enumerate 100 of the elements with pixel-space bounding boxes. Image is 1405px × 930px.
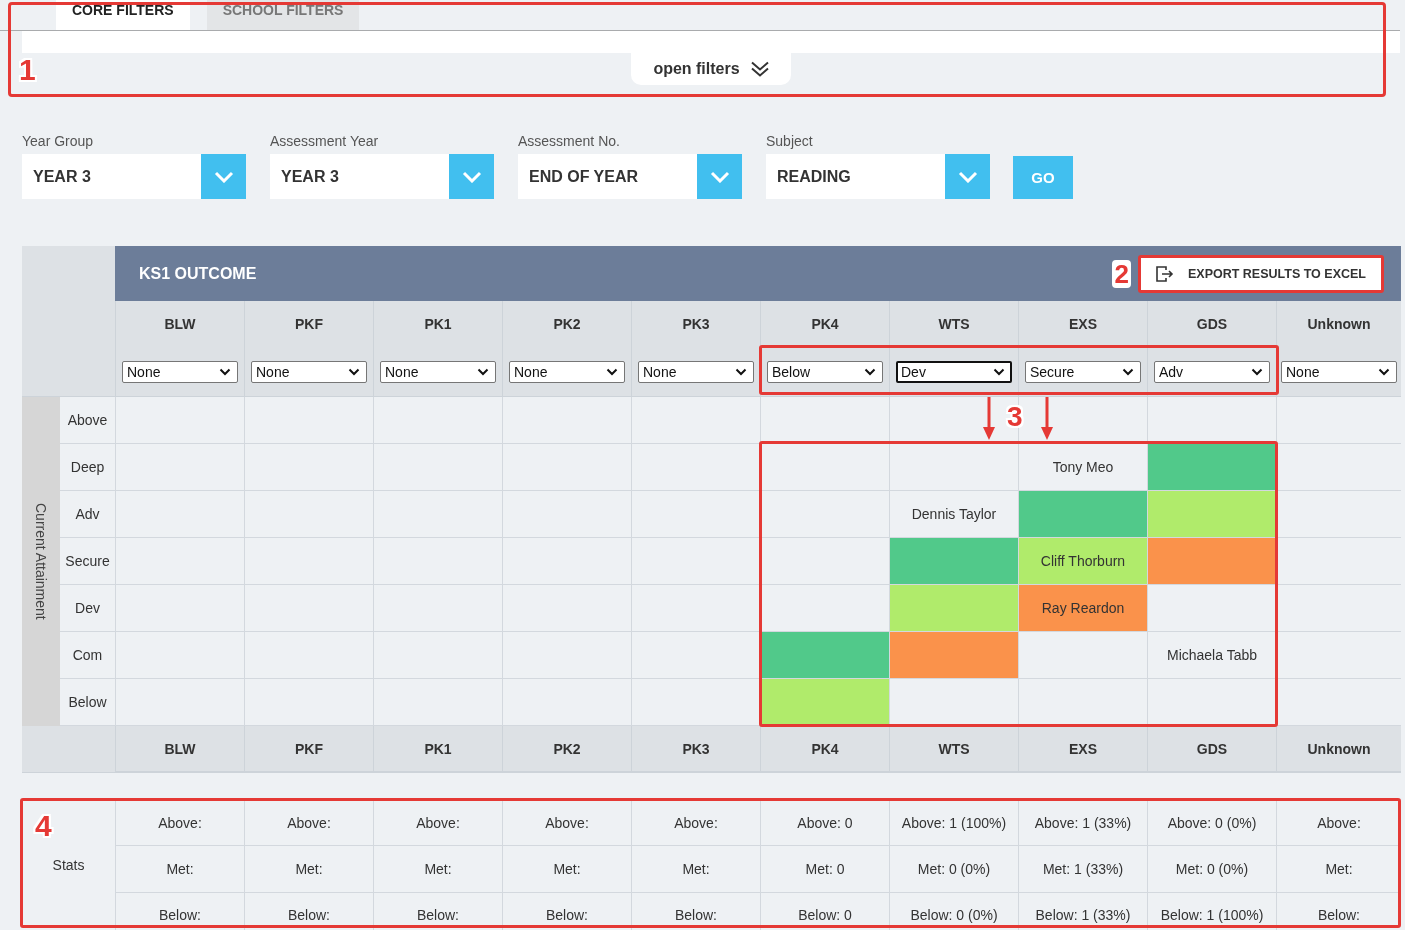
column-label: PK1: [424, 315, 452, 334]
row-label: Com: [60, 632, 115, 679]
dropdown[interactable]: READING: [766, 154, 990, 199]
caret-icon: [348, 368, 360, 376]
column-label: PK2: [553, 315, 581, 334]
field-label: Assessment Year: [270, 132, 380, 151]
caret-icon: [735, 368, 747, 376]
column-label: Unknown: [1307, 315, 1371, 334]
row-label: Dev: [60, 585, 115, 632]
stats-cell: Met: 1 (33%): [1018, 846, 1147, 893]
column-label: GDS: [1196, 315, 1228, 334]
stats-cell: Met:: [631, 846, 760, 893]
table-title: KS1 OUTCOME: [139, 264, 257, 283]
stats-cell: Above:: [1276, 800, 1401, 846]
column-label: EXS: [1069, 315, 1097, 334]
filter-dropdown[interactable]: Adv: [1154, 361, 1270, 383]
column-label: PK4: [760, 726, 889, 773]
stats-cell: Below:: [502, 893, 631, 930]
row-label: Secure: [60, 538, 115, 585]
stats-cell: Met:: [244, 846, 373, 893]
column-label: WTS: [938, 315, 970, 334]
column-label: BLW: [115, 726, 244, 773]
annotation-number: 1: [19, 56, 36, 84]
caret-icon: [993, 368, 1005, 376]
column-label: BLW: [164, 315, 196, 334]
column-label: PK4: [811, 315, 839, 334]
stats-cell: Above:: [502, 800, 631, 846]
filter-dropdown[interactable]: Secure: [1025, 361, 1141, 383]
chevron-down-icon: [201, 154, 246, 199]
chevron-down-icon: [697, 154, 742, 199]
open-filters-button[interactable]: open filters: [631, 53, 791, 85]
grid-cell: Michaela Tabb: [1147, 632, 1276, 679]
column-label: EXS: [1018, 726, 1147, 773]
chevron-down-icon: [945, 154, 990, 199]
grid-cell: Ray Reardon: [1018, 585, 1147, 632]
column-label: PK3: [631, 726, 760, 773]
stats-cell: Above: 1 (100%): [889, 800, 1018, 846]
row-label: Above: [60, 397, 115, 444]
caret-icon: [864, 368, 876, 376]
dropdown[interactable]: END OF YEAR: [518, 154, 742, 199]
stats-cell: Met:: [1276, 846, 1401, 893]
column-label: Unknown: [1276, 726, 1401, 773]
filter-dropdown[interactable]: None: [251, 361, 367, 383]
field-label: Subject: [766, 132, 814, 151]
field-label: Assessment No.: [518, 132, 621, 151]
stats-cell: Below:: [373, 893, 502, 930]
stats-cell: Met:: [502, 846, 631, 893]
caret-icon: [219, 368, 231, 376]
filter-dropdown[interactable]: None: [380, 361, 496, 383]
stats-cell: Above: 0 (0%): [1147, 800, 1276, 846]
stats-cell: Above: 1 (33%): [1018, 800, 1147, 846]
stats-cell: Above:: [115, 800, 244, 846]
stats-cell: Below:: [115, 893, 244, 930]
filter-dropdown[interactable]: None: [638, 361, 754, 383]
stats-cell: Met: 0 (0%): [889, 846, 1018, 893]
caret-icon: [606, 368, 618, 376]
stats-cell: Above:: [631, 800, 760, 846]
column-label: PK2: [502, 726, 631, 773]
column-label: PKF: [244, 726, 373, 773]
filter-dropdown[interactable]: None: [1281, 361, 1397, 383]
stats-cell: Met:: [373, 846, 502, 893]
annotation-number: 2: [1112, 259, 1131, 288]
export-icon: [1155, 265, 1174, 282]
stats-cell: Above:: [373, 800, 502, 846]
field-label: Year Group: [22, 132, 95, 151]
caret-icon: [1122, 368, 1134, 376]
stats-cell: Met: 0: [760, 846, 889, 893]
double-chevron-down-icon: [750, 61, 769, 77]
column-label: PKF: [295, 315, 323, 334]
column-label: PK3: [682, 315, 710, 334]
column-label: WTS: [889, 726, 1018, 773]
annotation-arrow: [982, 397, 996, 441]
stats-cell: Met:: [115, 846, 244, 893]
export-button[interactable]: EXPORT RESULTS TO EXCEL: [1140, 257, 1381, 290]
stats-cell: Below:: [631, 893, 760, 930]
dropdown[interactable]: YEAR 3: [22, 154, 246, 199]
stats-cell: Below:: [244, 893, 373, 930]
caret-icon: [477, 368, 489, 376]
annotation-number: 4: [35, 812, 52, 840]
stats-cell: Below:: [1276, 893, 1401, 930]
row-label: Stats: [52, 857, 85, 873]
row-label: Adv: [60, 491, 115, 538]
stats-cell: Below: 1 (33%): [1018, 893, 1147, 930]
filter-dropdown[interactable]: None: [122, 361, 238, 383]
dropdown[interactable]: YEAR 3: [270, 154, 494, 199]
caret-icon: [1378, 368, 1390, 376]
column-label: PK1: [373, 726, 502, 773]
filter-dropdown[interactable]: Dev: [896, 361, 1012, 383]
filter-dropdown[interactable]: Below: [767, 361, 883, 383]
chevron-down-icon: [449, 154, 494, 199]
annotation-number: 3: [1007, 403, 1023, 431]
stats-cell: Met: 0 (0%): [1147, 846, 1276, 893]
column-label: GDS: [1147, 726, 1276, 773]
stats-cell: Above:: [244, 800, 373, 846]
axis-label: Current Attainment: [33, 503, 49, 620]
row-label: Deep: [60, 444, 115, 491]
filter-dropdown[interactable]: None: [509, 361, 625, 383]
caret-icon: [1251, 368, 1263, 376]
stats-cell: Below: 0 (0%): [889, 893, 1018, 930]
stats-cell: Below: 1 (100%): [1147, 893, 1276, 930]
